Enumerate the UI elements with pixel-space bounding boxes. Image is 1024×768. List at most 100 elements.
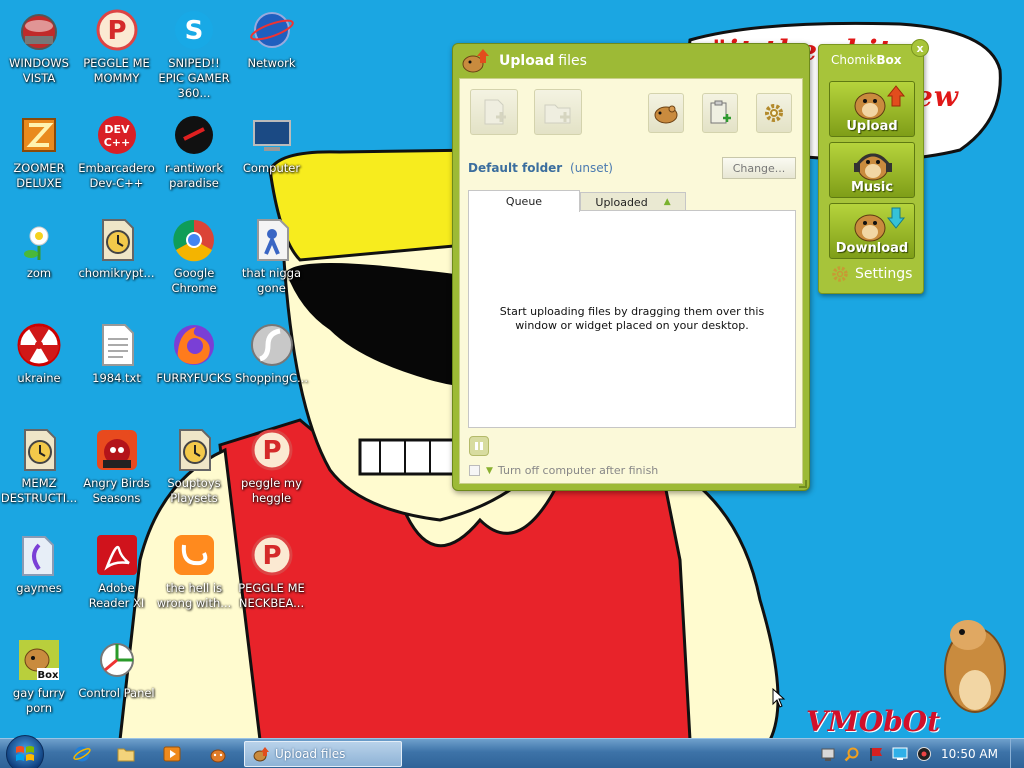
display-tray-icon[interactable] bbox=[892, 746, 908, 762]
desktop-icon[interactable]: ZOOMER DELUXE bbox=[0, 111, 78, 215]
shutdown-checkbox[interactable] bbox=[469, 465, 480, 476]
desktop-icon[interactable]: P PEGGLE ME NECKBEA... bbox=[233, 531, 311, 635]
desktop-icon[interactable]: Google Chrome bbox=[155, 216, 233, 320]
desktop-icon[interactable]: FURRYFUCKS bbox=[155, 321, 233, 425]
desktop-icon-label: SNIPED!! EPIC GAMER 360... bbox=[158, 56, 230, 100]
taskbar-media-button[interactable] bbox=[160, 744, 184, 764]
chomikbox-upload-label: Upload bbox=[846, 119, 898, 134]
desktop-icon[interactable]: Box gay furry porn bbox=[0, 636, 78, 740]
desktop-icon[interactable]: 1984.txt bbox=[78, 321, 156, 425]
radiation-icon bbox=[15, 321, 63, 369]
desktop-icon-label: PEGGLE ME MOMMY bbox=[83, 56, 150, 85]
desktop-icon[interactable]: Computer bbox=[233, 111, 311, 215]
chomikbox-settings-button[interactable]: Settings bbox=[831, 265, 912, 283]
desktop-icon[interactable]: S SNIPED!! EPIC GAMER 360... bbox=[155, 6, 233, 110]
start-button[interactable] bbox=[6, 735, 44, 768]
desktop-icon[interactable]: MEMZ DESTRUCTI... bbox=[0, 426, 78, 530]
desktop-icon[interactable]: zom bbox=[0, 216, 78, 320]
chomikbox-icon: Box bbox=[15, 636, 63, 684]
add-files-button[interactable] bbox=[470, 89, 518, 135]
upload-queue-list[interactable]: Start uploading files by dragging them o… bbox=[468, 210, 796, 428]
hourglass-file-icon bbox=[15, 426, 63, 474]
taskbar-clock[interactable]: 10:50 AM bbox=[941, 747, 998, 761]
chomikbox-small-icon bbox=[210, 749, 226, 763]
default-folder-value[interactable]: (unset) bbox=[570, 161, 613, 175]
adobe-reader-icon bbox=[93, 531, 141, 579]
svg-text:C++: C++ bbox=[103, 136, 130, 149]
desktop-icon[interactable]: the hell is wrong with... bbox=[155, 531, 233, 635]
desktop-icon-label: ZOOMER DELUXE bbox=[13, 161, 65, 190]
triangle-down-icon[interactable]: ▼ bbox=[486, 466, 493, 476]
desktop-icon[interactable]: Souptoys Playsets bbox=[155, 426, 233, 530]
close-button[interactable]: x bbox=[911, 39, 929, 57]
desktop-icon-label: zom bbox=[26, 266, 52, 280]
network-tray-icon[interactable] bbox=[820, 746, 836, 762]
chomik-account-button[interactable] bbox=[648, 93, 684, 133]
desktop-icon-label: Angry Birds Seasons bbox=[83, 476, 150, 505]
shutdown-label: Turn off computer after finish bbox=[497, 464, 659, 477]
devcpp-icon: DEV C++ bbox=[93, 111, 141, 159]
desktop-icon[interactable]: ukraine bbox=[0, 321, 78, 425]
taskbar-ie-button[interactable] bbox=[70, 744, 94, 764]
desktop-icon[interactable]: chomikrypt... bbox=[78, 216, 156, 320]
desktop-icon[interactable]: Adobe Reader XI bbox=[78, 531, 156, 635]
default-folder-row: Default folder (unset) bbox=[468, 161, 613, 175]
paste-button[interactable] bbox=[702, 93, 738, 133]
desktop-icon-label: Souptoys Playsets bbox=[167, 476, 221, 505]
desktop-icon[interactable]: P PEGGLE ME MOMMY bbox=[78, 6, 156, 110]
desktop-icon-label: Control Panel bbox=[78, 686, 155, 700]
control-panel-icon bbox=[93, 636, 141, 684]
show-desktop-button[interactable] bbox=[1010, 739, 1024, 768]
desktop-icon[interactable]: Network bbox=[233, 6, 311, 110]
hamster-download-icon bbox=[854, 207, 906, 242]
taskbar-upload-files-task[interactable]: Upload files bbox=[244, 741, 402, 767]
svg-text:DEV: DEV bbox=[104, 123, 130, 136]
tab-queue[interactable]: Queue bbox=[468, 190, 580, 212]
peggle-icon: P bbox=[248, 531, 296, 579]
desktop-icon-label: 1984.txt bbox=[92, 371, 141, 385]
desktop-icon[interactable]: ShoppingC... bbox=[233, 321, 311, 425]
desktop-icon[interactable]: DEV C++ Embarcadero Dev-C++ bbox=[78, 111, 156, 215]
tab-uploaded[interactable]: Uploaded ▲ bbox=[580, 192, 686, 211]
hourglass-file-icon bbox=[93, 216, 141, 264]
firefox-icon bbox=[170, 321, 218, 369]
desktop-icon[interactable]: Control Panel bbox=[78, 636, 156, 740]
uc-browser-icon bbox=[170, 531, 218, 579]
chomikbox-title-regular: Chomik bbox=[831, 53, 877, 67]
flash-icon bbox=[248, 321, 296, 369]
upload-files-window[interactable]: Upload files Default folder (unset) Chan… bbox=[452, 43, 810, 491]
pause-button[interactable] bbox=[469, 436, 489, 456]
desktop-icon[interactable]: r-antiwork paradise bbox=[155, 111, 233, 215]
options-button[interactable] bbox=[756, 93, 792, 133]
taskbar-explorer-button[interactable] bbox=[114, 744, 138, 764]
internet-explorer-icon bbox=[73, 746, 91, 762]
flag-tray-icon[interactable] bbox=[868, 746, 884, 762]
window-title-rest: files bbox=[558, 53, 587, 69]
clipboard-add-icon bbox=[710, 100, 731, 124]
add-folder-button[interactable] bbox=[534, 89, 582, 135]
desktop-icon-label: FURRYFUCKS bbox=[156, 371, 232, 385]
chrome-icon bbox=[170, 216, 218, 264]
desktop-icon-label: PEGGLE ME NECKBEA... bbox=[238, 581, 305, 610]
mouse-cursor-icon bbox=[772, 688, 786, 708]
desktop-icon[interactable]: Ppeggle my heggle bbox=[233, 426, 311, 530]
change-folder-button[interactable]: Change... bbox=[722, 157, 796, 179]
resize-grip[interactable] bbox=[799, 480, 807, 488]
desktop-icon[interactable]: WINDOWS VISTA bbox=[0, 6, 78, 110]
window-title-bar[interactable]: Upload files bbox=[453, 44, 809, 78]
chomikbox-settings-label: Settings bbox=[855, 266, 913, 282]
desktop-icon[interactable]: gaymes bbox=[0, 531, 78, 635]
taskbar-chomikbox-button[interactable] bbox=[206, 744, 230, 764]
chomikbox-upload-button[interactable]: Upload bbox=[829, 81, 915, 137]
games-folder-icon bbox=[15, 531, 63, 579]
desktop-icon[interactable]: Angry Birds Seasons bbox=[78, 426, 156, 530]
chomikbox-widget[interactable]: ChomikBox x Upload Music Download Settin… bbox=[818, 39, 929, 294]
volume-tray-icon[interactable] bbox=[916, 746, 932, 762]
desktop-icon[interactable]: that nigga gone bbox=[233, 216, 311, 320]
chomikbox-download-button[interactable]: Download bbox=[829, 203, 915, 259]
chomikbox-download-label: Download bbox=[835, 241, 909, 256]
upload-hamster-icon bbox=[253, 747, 269, 762]
desktop-icon-label: chomikrypt... bbox=[78, 266, 155, 280]
chomikbox-music-button[interactable]: Music bbox=[829, 142, 915, 198]
search-tray-icon[interactable] bbox=[844, 746, 860, 762]
